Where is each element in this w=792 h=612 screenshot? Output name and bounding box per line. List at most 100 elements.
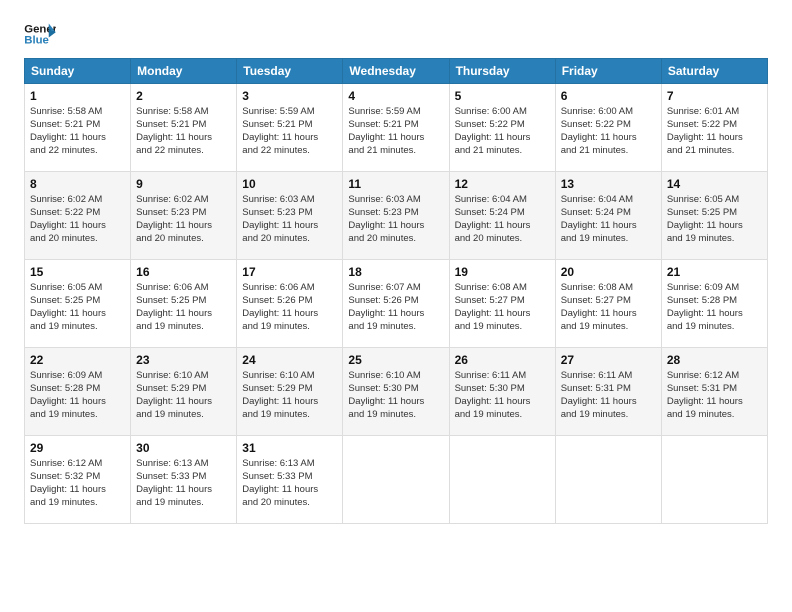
day-number: 18 <box>348 264 443 280</box>
day-info-line: and 20 minutes. <box>242 497 337 510</box>
day-header-friday: Friday <box>555 59 661 84</box>
day-info-line: Daylight: 11 hours <box>348 220 443 233</box>
day-info-line: Daylight: 11 hours <box>561 132 656 145</box>
day-info-line: Sunrise: 6:13 AM <box>242 458 337 471</box>
day-info-line: Sunrise: 5:59 AM <box>242 106 337 119</box>
day-info-line: Sunrise: 6:00 AM <box>455 106 550 119</box>
day-info-line: Sunset: 5:25 PM <box>136 295 231 308</box>
day-info-line: Daylight: 11 hours <box>561 396 656 409</box>
day-info-line: Sunrise: 6:03 AM <box>242 194 337 207</box>
calendar-cell <box>343 436 449 524</box>
day-info-line: and 19 minutes. <box>667 321 762 334</box>
day-number: 6 <box>561 88 656 104</box>
day-info-line: Sunrise: 6:08 AM <box>561 282 656 295</box>
day-info-line: Sunset: 5:29 PM <box>242 383 337 396</box>
day-info-line: Daylight: 11 hours <box>348 132 443 145</box>
day-info-line: Sunrise: 6:11 AM <box>455 370 550 383</box>
day-info-line: and 19 minutes. <box>455 321 550 334</box>
svg-text:Blue: Blue <box>24 35 49 47</box>
day-info-line: Daylight: 11 hours <box>136 396 231 409</box>
day-number: 20 <box>561 264 656 280</box>
day-number: 1 <box>30 88 125 104</box>
day-info-line: Sunset: 5:31 PM <box>667 383 762 396</box>
day-info-line: and 20 minutes. <box>136 233 231 246</box>
day-info-line: Sunset: 5:30 PM <box>455 383 550 396</box>
day-header-sunday: Sunday <box>25 59 131 84</box>
day-info-line: and 20 minutes. <box>242 233 337 246</box>
day-info-line: Daylight: 11 hours <box>455 396 550 409</box>
calendar-week-3: 15 Sunrise: 6:05 AM Sunset: 5:25 PM Dayligh… <box>25 260 768 348</box>
day-info-line: Daylight: 11 hours <box>242 220 337 233</box>
day-number: 15 <box>30 264 125 280</box>
day-number: 30 <box>136 440 231 456</box>
day-info-line: Sunrise: 6:07 AM <box>348 282 443 295</box>
day-info-line: Sunrise: 6:12 AM <box>30 458 125 471</box>
day-info-line: Sunrise: 6:05 AM <box>30 282 125 295</box>
day-info-line: Sunset: 5:32 PM <box>30 471 125 484</box>
logo-icon: General Blue <box>24 20 56 48</box>
day-number: 4 <box>348 88 443 104</box>
day-info-line: and 20 minutes. <box>30 233 125 246</box>
day-number: 24 <box>242 352 337 368</box>
day-header-monday: Monday <box>131 59 237 84</box>
calendar-cell: 8Sunrise: 6:02 AMSunset: 5:22 PMDaylight… <box>25 172 131 260</box>
day-info-line: Sunset: 5:23 PM <box>136 207 231 220</box>
calendar-cell: 4Sunrise: 5:59 AMSunset: 5:21 PMDaylight… <box>343 84 449 172</box>
day-info-line: Sunrise: 5:59 AM <box>348 106 443 119</box>
calendar-cell: 16Sunrise: 6:06 AMSunset: 5:25 PMDayligh… <box>131 260 237 348</box>
day-info-line: Sunrise: 6:01 AM <box>667 106 762 119</box>
day-header-tuesday: Tuesday <box>237 59 343 84</box>
day-info-line: Daylight: 11 hours <box>30 396 125 409</box>
day-number: 23 <box>136 352 231 368</box>
calendar-cell: 21Sunrise: 6:09 AMSunset: 5:28 PMDayligh… <box>661 260 767 348</box>
calendar-week-5: 29Sunrise: 6:12 AMSunset: 5:32 PMDayligh… <box>25 436 768 524</box>
day-info-line: and 19 minutes. <box>348 409 443 422</box>
day-info-line: and 19 minutes. <box>561 409 656 422</box>
day-info-line: Sunrise: 6:10 AM <box>348 370 443 383</box>
day-info-line: Sunrise: 6:03 AM <box>348 194 443 207</box>
day-info-line: Daylight: 11 hours <box>242 308 337 321</box>
day-info-line: Sunrise: 6:02 AM <box>30 194 125 207</box>
calendar-cell <box>661 436 767 524</box>
day-info-line: Sunset: 5:26 PM <box>348 295 443 308</box>
day-info-line: Sunrise: 5:58 AM <box>30 106 125 119</box>
calendar: SundayMondayTuesdayWednesdayThursdayFrid… <box>24 58 768 524</box>
day-number: 17 <box>242 264 337 280</box>
calendar-body: 1Sunrise: 5:58 AMSunset: 5:21 PMDaylight… <box>25 84 768 524</box>
day-info-line: and 19 minutes. <box>561 321 656 334</box>
day-info-line: Daylight: 11 hours <box>242 396 337 409</box>
day-info-line: Daylight: 11 hours <box>561 308 656 321</box>
day-header-saturday: Saturday <box>661 59 767 84</box>
calendar-cell: 27Sunrise: 6:11 AMSunset: 5:31 PMDayligh… <box>555 348 661 436</box>
calendar-cell: 26Sunrise: 6:11 AMSunset: 5:30 PMDayligh… <box>449 348 555 436</box>
day-info-line: and 19 minutes. <box>667 409 762 422</box>
calendar-cell: 6Sunrise: 6:00 AMSunset: 5:22 PMDaylight… <box>555 84 661 172</box>
day-number: 5 <box>455 88 550 104</box>
day-info-line: and 20 minutes. <box>348 233 443 246</box>
day-number: 22 <box>30 352 125 368</box>
day-number: 25 <box>348 352 443 368</box>
day-info-line: Sunset: 5:22 PM <box>667 119 762 132</box>
day-info-line: and 19 minutes. <box>136 321 231 334</box>
day-number: 2 <box>136 88 231 104</box>
calendar-cell: 7Sunrise: 6:01 AMSunset: 5:22 PMDaylight… <box>661 84 767 172</box>
day-number: 19 <box>455 264 550 280</box>
calendar-cell: 9Sunrise: 6:02 AMSunset: 5:23 PMDaylight… <box>131 172 237 260</box>
day-info-line: Sunset: 5:24 PM <box>455 207 550 220</box>
day-info-line: and 21 minutes. <box>561 145 656 158</box>
calendar-week-2: 8Sunrise: 6:02 AMSunset: 5:22 PMDaylight… <box>25 172 768 260</box>
day-info-line: Sunset: 5:24 PM <box>561 207 656 220</box>
day-info-line: Sunset: 5:28 PM <box>667 295 762 308</box>
day-number: 29 <box>30 440 125 456</box>
day-number: 9 <box>136 176 231 192</box>
calendar-cell: 2Sunrise: 5:58 AMSunset: 5:21 PMDaylight… <box>131 84 237 172</box>
day-info-line: Daylight: 11 hours <box>348 396 443 409</box>
day-info-line: Sunset: 5:22 PM <box>455 119 550 132</box>
calendar-cell: 31Sunrise: 6:13 AMSunset: 5:33 PMDayligh… <box>237 436 343 524</box>
calendar-cell: 1Sunrise: 5:58 AMSunset: 5:21 PMDaylight… <box>25 84 131 172</box>
day-number: 31 <box>242 440 337 456</box>
day-info-line: Sunrise: 5:58 AM <box>136 106 231 119</box>
day-info-line: Daylight: 11 hours <box>30 220 125 233</box>
calendar-cell: 15Sunrise: 6:05 AMSunset: 5:25 PMDayligh… <box>25 260 131 348</box>
day-info-line: Daylight: 11 hours <box>136 132 231 145</box>
